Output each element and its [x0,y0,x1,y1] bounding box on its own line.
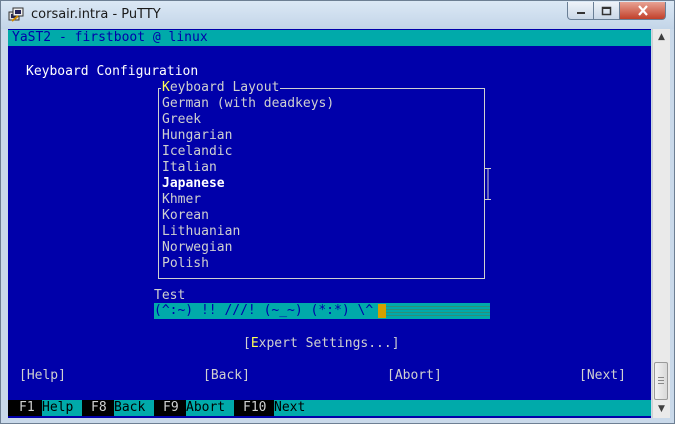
maximize-icon [601,6,612,15]
expert-hotkey: E [250,336,259,351]
maximize-button[interactable] [593,2,620,20]
expert-label-rest: xpert Settings...] [258,336,400,351]
terminal-screen[interactable]: YaST2 - firstboot @ linux Keyboard Confi… [8,29,651,418]
fkey-f9-label[interactable]: Abort [186,400,225,416]
fkey-f8-key[interactable]: F8 [82,400,114,416]
layout-list-item[interactable]: Korean [162,208,209,224]
test-label: Test [154,288,186,303]
next-button[interactable]: [Next] [579,368,626,384]
fkey-f10-key[interactable]: F10 [234,400,274,416]
window-title: corsair.intra - PuTTY [31,7,161,22]
layout-list-item[interactable]: Polish [162,256,209,272]
yast-header-title: YaST2 - firstboot @ linux [12,30,208,45]
list-title-rest: eyboard Layout [169,80,280,95]
layout-list-item[interactable]: Japanese [162,176,225,192]
fkey-f8-label[interactable]: Back [114,400,145,416]
fkey-f1-label[interactable]: Help [42,400,73,416]
layout-list-item[interactable]: Icelandic [162,144,232,160]
test-input-empty-area [386,304,490,318]
help-button[interactable]: [Help] [19,368,66,384]
test-input-value: (^:~) !! ///! (~_~) (*:*) \^ [154,303,374,318]
fkey-f1-key[interactable]: F1 [8,400,42,416]
minimize-icon [576,11,585,14]
layout-list-item[interactable]: Greek [162,112,201,128]
list-scroll-indicator[interactable] [485,168,491,200]
layout-list-item[interactable]: German (with deadkeys) [162,96,334,112]
title-bar[interactable]: corsair.intra - PuTTY [1,1,674,29]
back-button[interactable]: [Back] [203,368,250,384]
keyboard-layout-list-title: Keyboard Layout [161,80,281,96]
layout-list-item[interactable]: Norwegian [162,240,232,256]
layout-list-item[interactable]: Hungarian [162,128,232,144]
expert-settings-button[interactable]: [Expert Settings...] [243,336,400,352]
expert-bracket-left: [ [243,336,251,351]
scroll-up-icon[interactable]: ▲ [653,29,670,46]
layout-list-item[interactable]: Italian [162,160,217,176]
abort-button[interactable]: [Abort] [387,368,442,384]
fkey-f9-key[interactable]: F9 [154,400,186,416]
vertical-scrollbar[interactable]: ▲ ▼ [652,29,670,418]
putty-window: corsair.intra - PuTTY YaST2 - firstboot … [0,0,675,424]
scroll-down-icon[interactable]: ▼ [653,401,670,418]
minimize-button[interactable] [567,2,594,20]
putty-app-icon[interactable] [8,7,24,23]
fkey-f10-label[interactable]: Next [274,400,305,416]
grip-icon [658,377,664,384]
close-icon [637,5,648,16]
page-title: Keyboard Configuration [26,64,199,79]
list-title-hotkey: K [162,80,170,95]
layout-list-item[interactable]: Lithuanian [162,224,240,240]
layout-list-item[interactable]: Khmer [162,192,201,208]
text-cursor [378,304,386,318]
close-button[interactable] [619,2,666,20]
scrollbar-thumb[interactable] [654,362,668,400]
